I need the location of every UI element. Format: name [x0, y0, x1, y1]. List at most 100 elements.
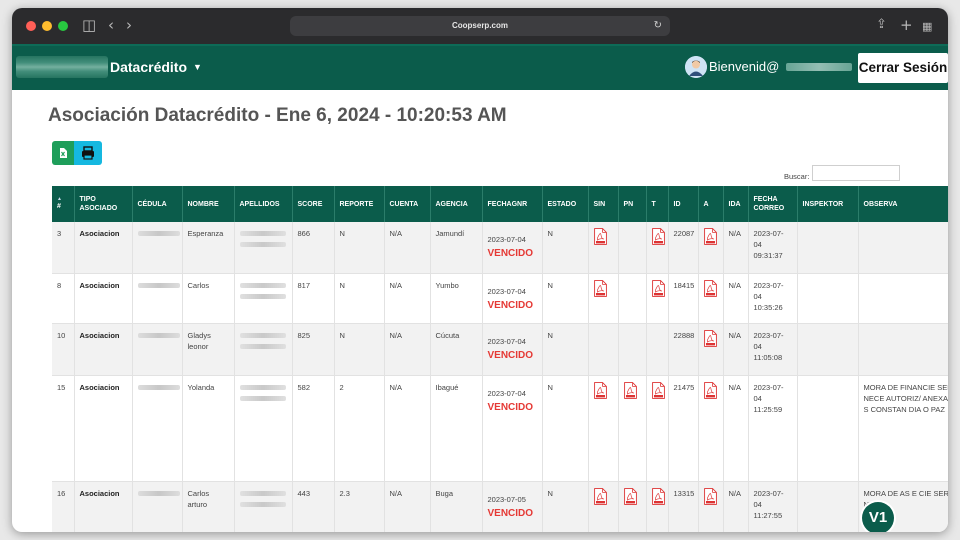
col-header-observa[interactable]: OBSERVA [858, 186, 948, 222]
col-header-fecha-correo[interactable]: FECHA CORREO [748, 186, 798, 222]
search-input[interactable] [812, 165, 900, 181]
close-window-button[interactable] [26, 21, 36, 31]
col-header-agencia[interactable]: AGENCIA [430, 186, 483, 222]
version-badge[interactable]: V1 [862, 502, 894, 532]
col-header-apellidos[interactable]: APELLIDOS [234, 186, 293, 222]
col-header-a[interactable]: A [698, 186, 724, 222]
cell-score: 825 [292, 323, 335, 376]
address-bar[interactable]: Coopserp.com ↻ [290, 16, 670, 36]
col-header-pn[interactable]: PN [618, 186, 647, 222]
pdf-sin-cell [588, 323, 619, 376]
pdf-a-cell[interactable] [698, 481, 724, 532]
pdf-file-icon [703, 228, 717, 245]
table-row[interactable]: 15 Asociacion Yolanda 582 2 N/A Ibagué 2023-07-… [52, 375, 948, 482]
cell-agencia: Ibagué [430, 375, 483, 482]
cell-fechagnr: 2023-07-04 VENCIDO [482, 375, 543, 482]
pdf-file-icon [593, 279, 607, 297]
cell-inspektor [797, 323, 859, 376]
pdf-pn-cell[interactable] [618, 481, 647, 532]
cell-reporte: N [334, 222, 385, 274]
cell-apellidos-redacted [234, 323, 293, 376]
reload-icon[interactable]: ↻ [654, 16, 662, 36]
zoom-window-button[interactable] [58, 21, 68, 31]
datatable: ▲ # TIPO ASOCIADO CÉDULA NOMBRE APELLIDOS… [52, 186, 948, 532]
status-badge: VENCIDO [487, 248, 534, 259]
app-logo[interactable] [16, 56, 108, 78]
logout-button[interactable]: Cerrar Sesión [858, 53, 948, 83]
col-header-score[interactable]: SCORE [292, 186, 335, 222]
cell-score: 866 [292, 222, 335, 274]
sidebar-toggle-icon[interactable]: ◫ [82, 16, 96, 34]
new-tab-icon[interactable]: + [900, 16, 913, 34]
pdf-t-cell[interactable] [646, 222, 669, 274]
back-icon[interactable]: ‹ [108, 16, 114, 34]
minimize-window-button[interactable] [42, 21, 52, 31]
print-button[interactable] [74, 141, 102, 165]
pdf-pn-cell[interactable] [618, 375, 647, 482]
browser-toolbar: ◫ ‹ › Coopserp.com ↻ ⇪ + ▦ [12, 8, 948, 44]
col-header-ida[interactable]: IDA [723, 186, 749, 222]
col-header-fechagnr[interactable]: FECHAGNR [482, 186, 543, 222]
col-header-id[interactable]: ID [668, 186, 699, 222]
cell-cedula-redacted [132, 481, 183, 532]
cell-num: 10 [52, 323, 75, 376]
cell-estado: N [542, 323, 589, 376]
pdf-sin-cell[interactable] [588, 273, 619, 324]
col-header-sin[interactable]: SIN [588, 186, 619, 222]
export-excel-button[interactable] [52, 141, 74, 165]
col-header-estado[interactable]: ESTADO [542, 186, 589, 222]
pdf-sin-cell[interactable] [588, 222, 619, 274]
col-header-cuenta[interactable]: CUENTA [384, 186, 431, 222]
browser-window: ◫ ‹ › Coopserp.com ↻ ⇪ + ▦ Datacrédito ▼ … [12, 8, 948, 532]
cell-num: 16 [52, 481, 75, 532]
table-row[interactable]: 10 Asociacion Gladys leonor 825 N N/A Cúcuta 20… [52, 323, 948, 376]
cell-score: 582 [292, 375, 335, 482]
search-label: Buscar: [784, 172, 810, 181]
cell-id: 22888 [668, 323, 699, 376]
pdf-a-cell[interactable] [698, 323, 724, 376]
pdf-sin-cell[interactable] [588, 481, 619, 532]
pdf-t-cell[interactable] [646, 375, 669, 482]
col-header-cedula[interactable]: CÉDULA [132, 186, 183, 222]
cell-fechagnr: 2023-07-04 VENCIDO [482, 222, 543, 274]
cell-num: 8 [52, 273, 75, 324]
cell-ida: N/A [723, 273, 749, 324]
pdf-file-icon [651, 381, 665, 399]
table-row[interactable]: 8 Asociacion Carlos 817 N N/A Yumbo 2023-07-04 V… [52, 273, 948, 324]
cell-nombre: Esperanza [182, 222, 235, 274]
pdf-t-cell[interactable] [646, 481, 669, 532]
cell-cuenta: N/A [384, 273, 431, 324]
cell-agencia: Jamundí [430, 222, 483, 274]
cell-observa [858, 222, 948, 274]
pdf-t-cell[interactable] [646, 273, 669, 324]
status-badge: VENCIDO [487, 401, 534, 413]
tab-overview-icon[interactable]: ▦ [922, 18, 932, 36]
col-header-nombre[interactable]: NOMBRE [182, 186, 235, 222]
col-header-t[interactable]: T [646, 186, 669, 222]
table-row[interactable]: 3 Asociacion Esperanza 866 N N/A Jamundí 2023-0… [52, 222, 948, 274]
avatar[interactable] [685, 56, 707, 78]
pdf-a-cell[interactable] [698, 222, 724, 274]
col-header-reporte[interactable]: REPORTE [334, 186, 385, 222]
col-header-tipo[interactable]: TIPO ASOCIADO [74, 186, 133, 222]
pdf-sin-cell[interactable] [588, 375, 619, 482]
cell-tipo: Asociacion [74, 273, 133, 324]
cell-fecha-correo: 2023-07-04 11:05:08 [748, 323, 798, 376]
pdf-pn-cell [618, 323, 647, 376]
cell-num: 3 [52, 222, 75, 274]
cell-inspektor [797, 222, 859, 274]
pdf-file-icon [703, 381, 717, 399]
pdf-a-cell[interactable] [698, 375, 724, 482]
forward-icon[interactable]: › [126, 16, 132, 34]
status-badge: VENCIDO [487, 349, 534, 361]
col-header-num[interactable]: ▲ # [52, 186, 75, 222]
col-header-inspektor[interactable]: INSPEKTOR [797, 186, 859, 222]
share-icon[interactable]: ⇪ [876, 16, 887, 34]
pdf-file-icon [593, 228, 607, 245]
cell-id: 21475 [668, 375, 699, 482]
brand-dropdown[interactable]: Datacrédito ▼ [110, 57, 202, 77]
pdf-a-cell[interactable] [698, 273, 724, 324]
cell-agencia: Yumbo [430, 273, 483, 324]
cell-reporte: N [334, 273, 385, 324]
table-row[interactable]: 16 Asociacion Carlos arturo 443 2.3 N/A Buga 20… [52, 481, 948, 532]
